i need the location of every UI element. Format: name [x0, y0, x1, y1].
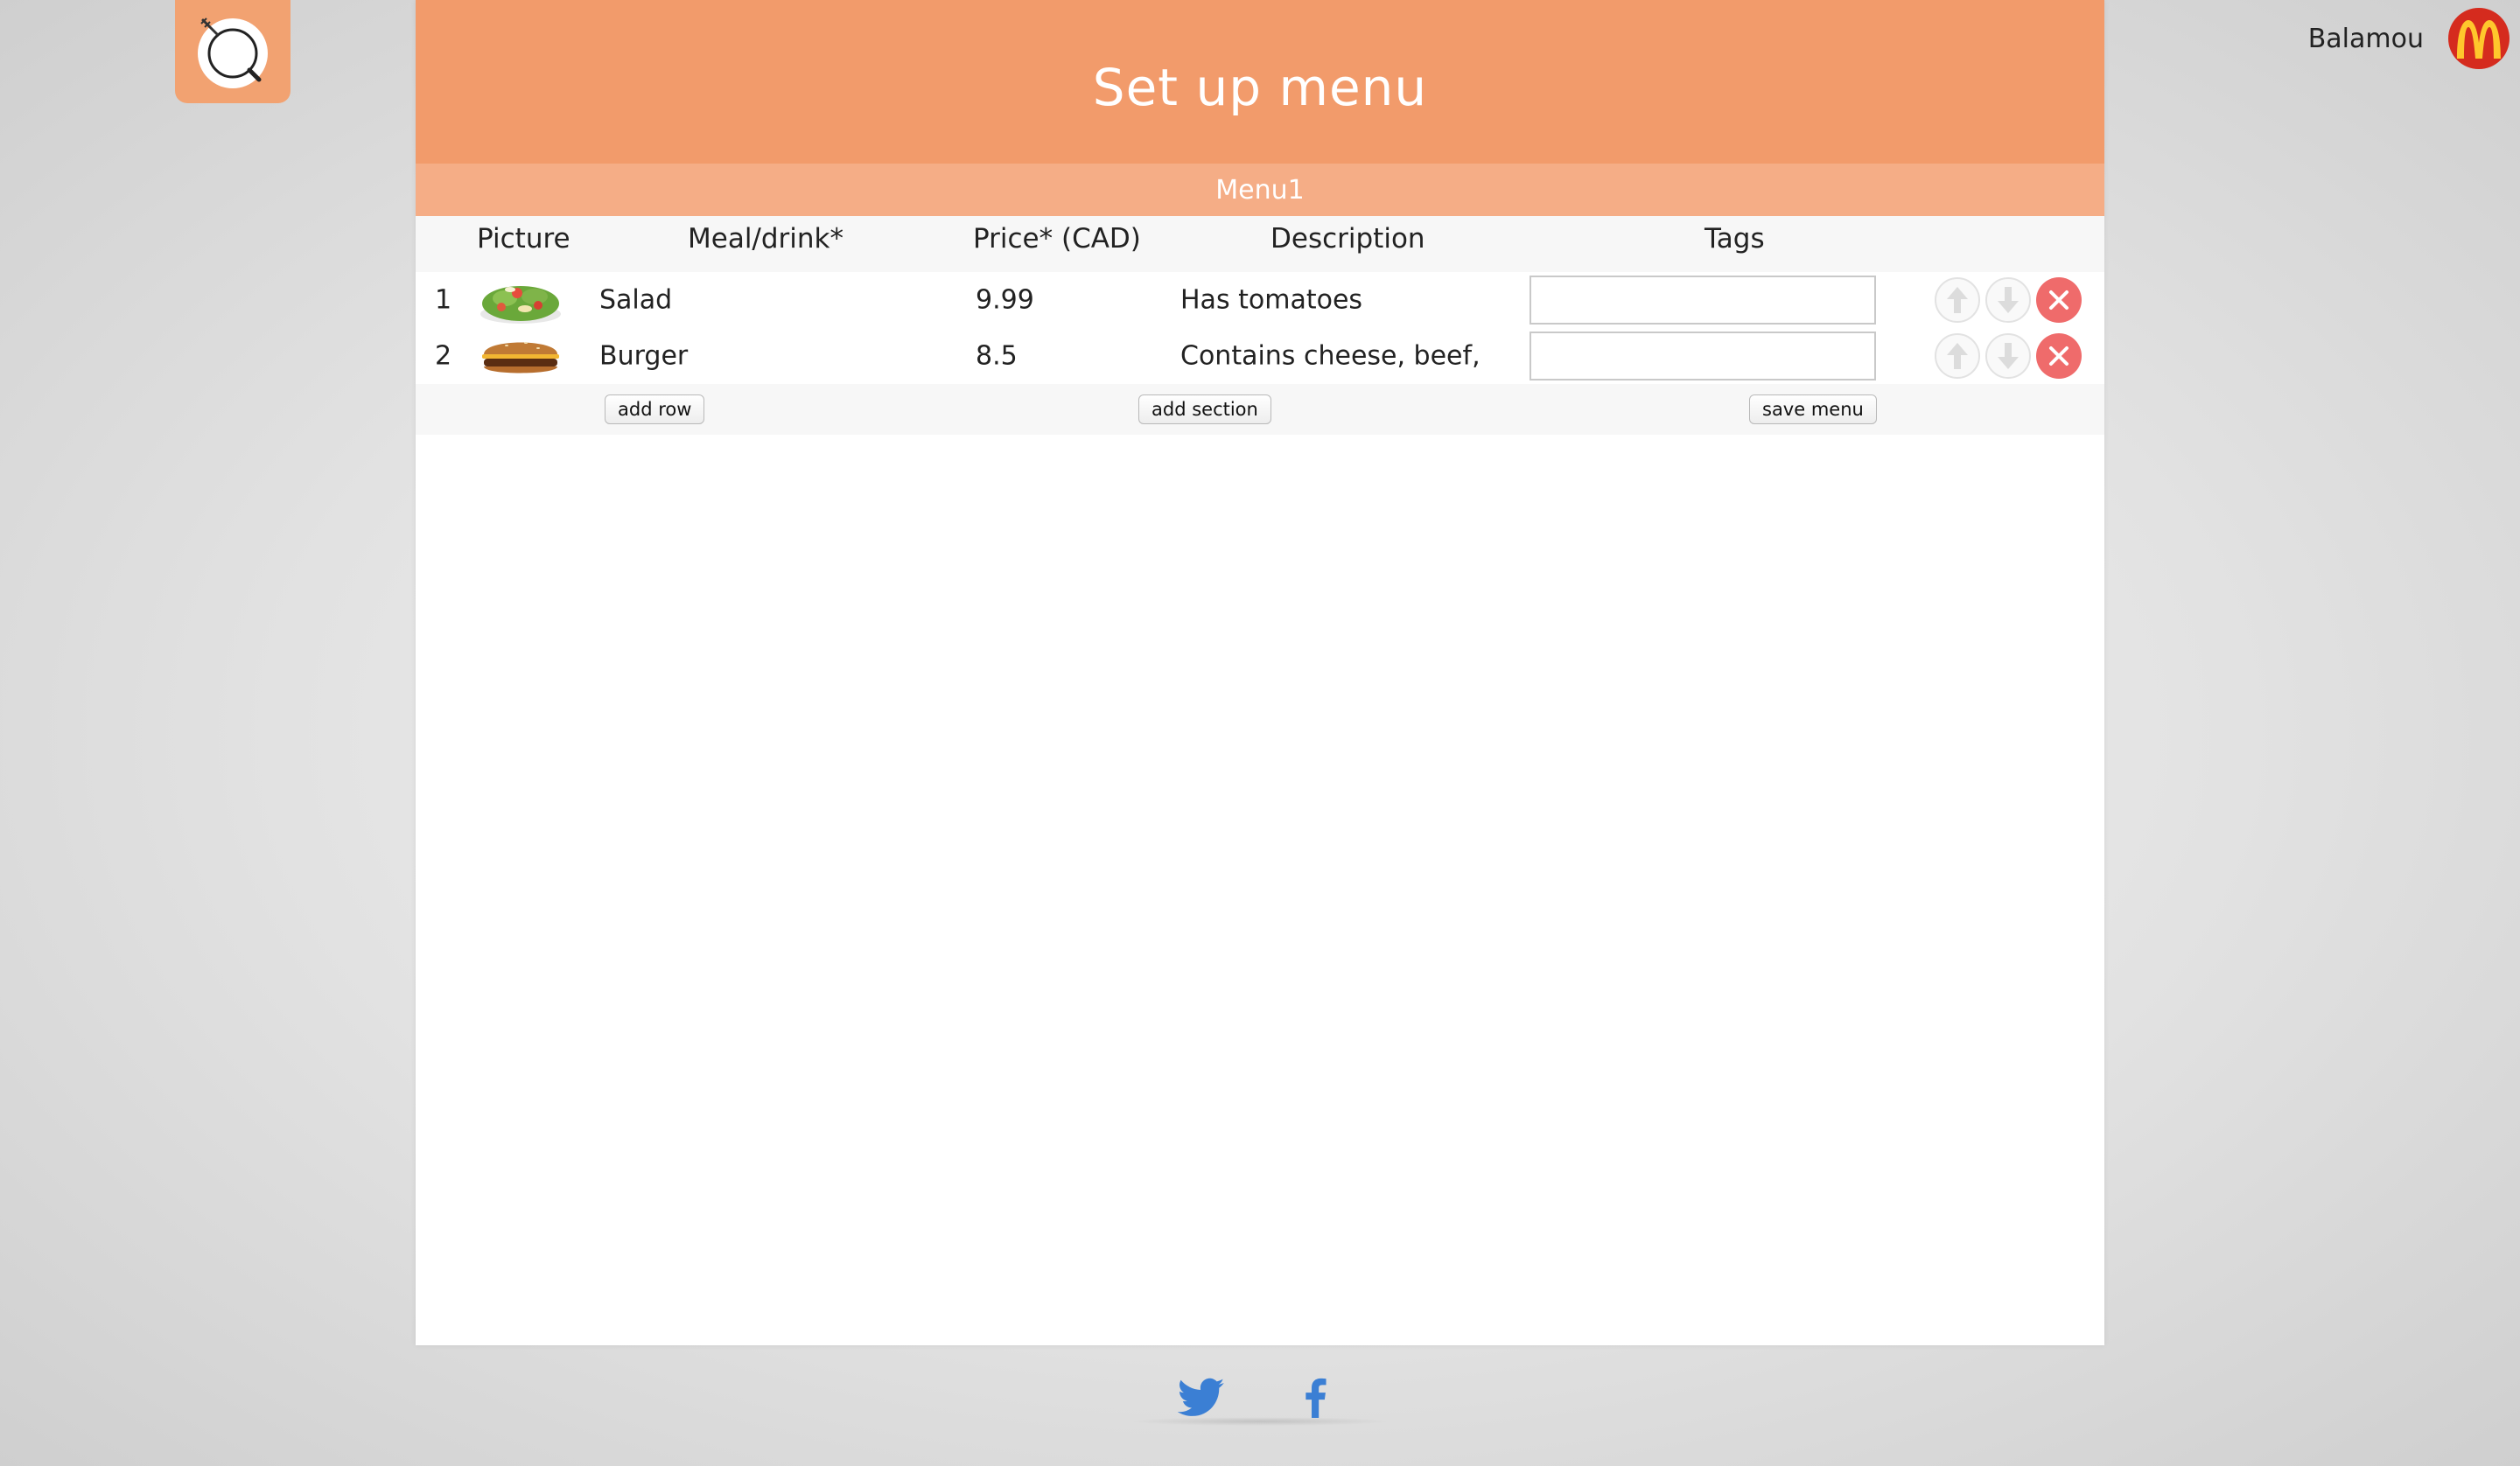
facebook-icon [1306, 1378, 1326, 1418]
add-row-button[interactable]: add row [605, 394, 705, 424]
page-title: Set up menu [1092, 57, 1428, 117]
delete-row-button[interactable] [2036, 277, 2082, 323]
meal-name[interactable]: Salad [599, 285, 672, 316]
table-header: Picture Meal/drink* Price* (CAD) Descrip… [416, 216, 2104, 272]
table-row: 2 Burger 8.5 Contains cheese, beef, br [416, 328, 2104, 384]
section-bar: Menu1 [416, 164, 2104, 216]
user-name[interactable]: Balamou [2308, 24, 2424, 54]
column-header-description: Description [1270, 223, 1425, 255]
move-up-button[interactable] [1935, 277, 1980, 323]
close-icon [2049, 290, 2068, 310]
menu-panel: Set up menu Menu1 Picture Meal/drink* Pr… [416, 0, 2104, 1345]
avatar[interactable] [2448, 8, 2510, 69]
column-header-tags: Tags [1704, 223, 1765, 255]
row-number: 1 [435, 284, 452, 316]
move-down-button[interactable] [1985, 333, 2031, 379]
menu-table-body: 1 Salad 9.99 Has tomatoes 2 Burger 8.5 C… [416, 272, 2104, 384]
arrow-up-icon [1947, 287, 1968, 313]
footer-shadow [1129, 1417, 1391, 1426]
search-plate-icon [198, 17, 268, 88]
column-header-price: Price* (CAD) [973, 223, 1141, 255]
tags-input[interactable] [1530, 276, 1876, 325]
user-area: Balamou [2308, 5, 2510, 72]
mcdonalds-logo-icon [2457, 20, 2501, 59]
tags-input[interactable] [1530, 332, 1876, 380]
footer-social [1111, 1373, 1409, 1426]
arrow-down-icon [1998, 287, 2019, 313]
app-logo[interactable] [175, 0, 290, 103]
salad-icon [480, 286, 561, 324]
row-picture[interactable] [477, 330, 564, 382]
meal-price[interactable]: 9.99 [976, 285, 1034, 316]
twitter-icon [1178, 1378, 1225, 1416]
delete-row-button[interactable] [2036, 333, 2082, 379]
meal-price[interactable]: 8.5 [976, 341, 1018, 372]
table-row: 1 Salad 9.99 Has tomatoes [416, 272, 2104, 328]
column-header-picture: Picture [477, 223, 570, 255]
meal-description[interactable]: Contains cheese, beef, br [1180, 341, 1478, 372]
add-section-button[interactable]: add section [1138, 394, 1271, 424]
column-header-meal: Meal/drink* [688, 223, 844, 255]
panel-header: Set up menu [416, 0, 2104, 164]
meal-name[interactable]: Burger [599, 341, 688, 372]
row-picture[interactable] [477, 274, 564, 326]
save-menu-button[interactable]: save menu [1749, 394, 1877, 424]
twitter-link[interactable] [1177, 1373, 1226, 1422]
row-number: 2 [435, 340, 452, 372]
move-up-button[interactable] [1935, 333, 1980, 379]
move-down-button[interactable] [1985, 277, 2031, 323]
section-name[interactable]: Menu1 [1215, 175, 1304, 206]
action-bar: add row add section save menu [416, 384, 2104, 435]
facebook-link[interactable] [1291, 1373, 1340, 1422]
close-icon [2049, 346, 2068, 366]
arrow-up-icon [1947, 343, 1968, 369]
arrow-down-icon [1998, 343, 2019, 369]
burger-icon [482, 342, 559, 373]
meal-description[interactable]: Has tomatoes [1180, 285, 1478, 316]
